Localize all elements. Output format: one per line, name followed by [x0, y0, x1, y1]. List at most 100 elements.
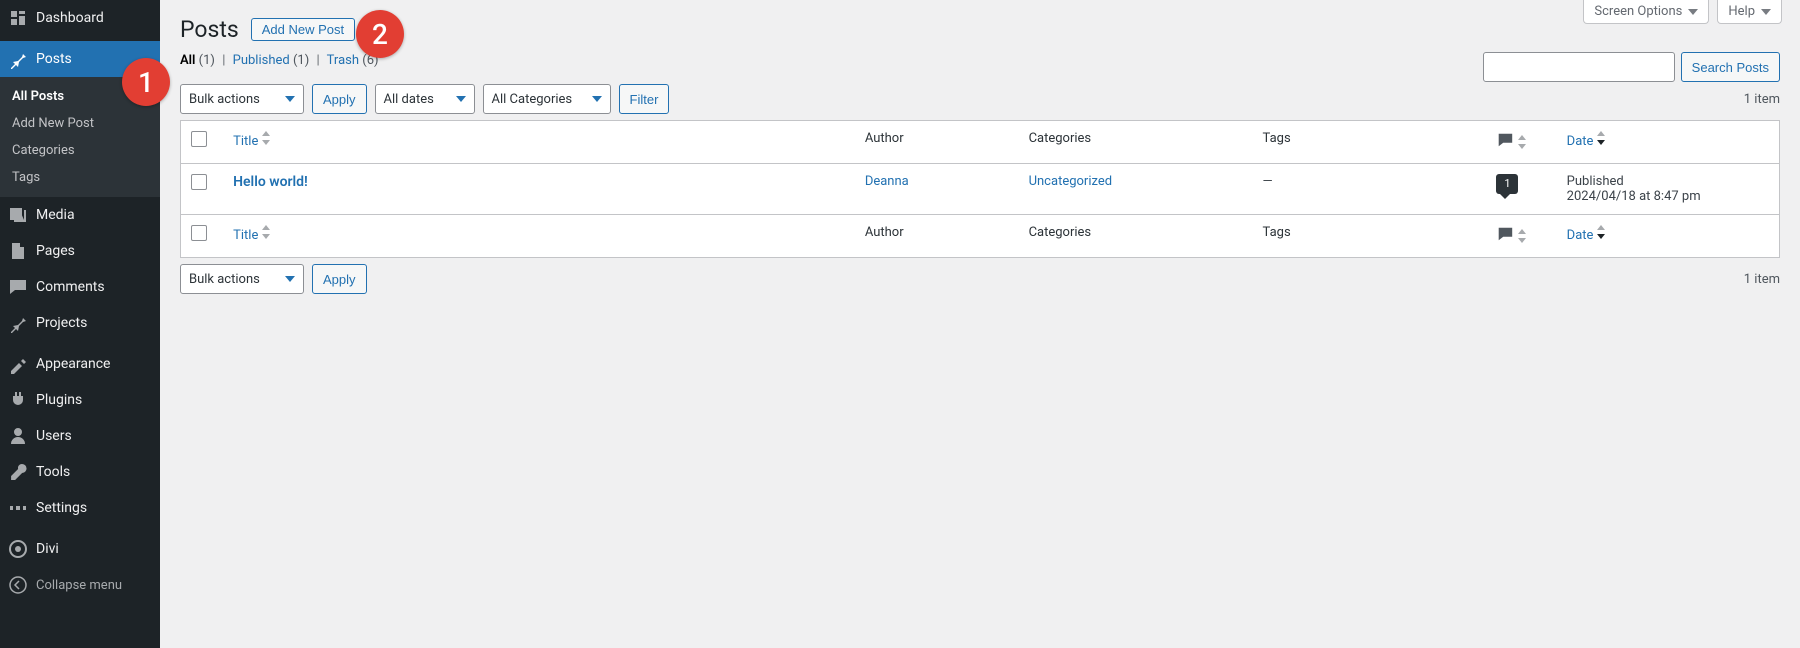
- col-title-label: Title: [233, 134, 258, 149]
- select-all-checkbox-bottom[interactable]: [191, 225, 207, 241]
- menu-users-label: Users: [36, 428, 72, 444]
- post-tags-cell: —: [1253, 163, 1487, 214]
- col-title-label-footer: Title: [233, 228, 258, 243]
- menu-comments-label: Comments: [36, 279, 105, 295]
- menu-tools[interactable]: Tools: [0, 454, 160, 490]
- menu-pages-label: Pages: [36, 243, 75, 259]
- search-posts-button[interactable]: Search Posts: [1681, 52, 1780, 82]
- bulk-actions-selected: Bulk actions: [189, 92, 260, 107]
- col-categories-footer: Categories: [1019, 214, 1253, 257]
- menu-comments[interactable]: Comments: [0, 269, 160, 305]
- pages-icon: [8, 241, 28, 261]
- collapse-arrow-icon: [8, 575, 28, 595]
- comment-icon: [1496, 131, 1514, 149]
- post-category-link[interactable]: Uncategorized: [1029, 174, 1112, 189]
- settings-icon: [8, 498, 28, 518]
- comment-icon: [1496, 225, 1514, 243]
- menu-media[interactable]: Media: [0, 197, 160, 233]
- menu-pages[interactable]: Pages: [0, 233, 160, 269]
- collapse-menu-label: Collapse menu: [36, 578, 122, 593]
- col-tags-footer: Tags: [1253, 214, 1487, 257]
- menu-media-label: Media: [36, 207, 75, 223]
- filter-trash-label: Trash: [327, 53, 359, 68]
- submenu-categories[interactable]: Categories: [0, 137, 160, 164]
- table-row: Hello world! Deanna Uncategorized — 1 Pu…: [181, 163, 1779, 214]
- menu-projects-label: Projects: [36, 315, 87, 331]
- apply-bulk-action-button[interactable]: Apply: [312, 84, 367, 114]
- date-filter-select[interactable]: All dates: [375, 84, 475, 114]
- filter-all-count: (1): [199, 53, 215, 68]
- col-author-header: Author: [855, 121, 1019, 163]
- chevron-down-icon: [1761, 9, 1771, 15]
- post-status: Published: [1567, 174, 1624, 189]
- date-filter-selected: All dates: [384, 92, 434, 107]
- divi-icon: [8, 539, 28, 559]
- search-posts-input[interactable]: [1483, 52, 1675, 82]
- category-filter-select[interactable]: All Categories: [483, 84, 611, 114]
- menu-dashboard-label: Dashboard: [36, 10, 104, 26]
- menu-divi[interactable]: Divi: [0, 531, 160, 567]
- separator: |: [218, 53, 229, 68]
- submenu-add-new-post[interactable]: Add New Post: [0, 110, 160, 137]
- comments-icon: [8, 277, 28, 297]
- row-checkbox[interactable]: [191, 174, 207, 190]
- sort-date[interactable]: Date: [1567, 134, 1608, 149]
- filter-button[interactable]: Filter: [619, 84, 670, 114]
- sort-title[interactable]: Title: [233, 134, 272, 149]
- dashboard-icon: [8, 8, 28, 28]
- menu-divi-label: Divi: [36, 541, 59, 557]
- sort-indicator-icon: [1518, 229, 1528, 243]
- menu-dashboard[interactable]: Dashboard: [0, 0, 160, 36]
- submenu-tags[interactable]: Tags: [0, 164, 160, 191]
- post-comments-link[interactable]: 1: [1496, 176, 1518, 191]
- help-toggle[interactable]: Help: [1717, 0, 1782, 24]
- menu-settings[interactable]: Settings: [0, 490, 160, 526]
- menu-projects[interactable]: Projects: [0, 305, 160, 341]
- filter-published-label: Published: [233, 53, 290, 68]
- bulk-actions-selected-bottom: Bulk actions: [189, 272, 260, 287]
- filter-all[interactable]: All: [180, 53, 195, 68]
- media-icon: [8, 205, 28, 225]
- category-filter-selected: All Categories: [492, 92, 573, 107]
- tools-icon: [8, 462, 28, 482]
- sort-comments[interactable]: [1496, 138, 1528, 153]
- post-title-link[interactable]: Hello world!: [233, 174, 308, 190]
- sort-indicator-icon: [1597, 225, 1607, 239]
- add-new-post-button[interactable]: Add New Post: [251, 18, 355, 41]
- main-content: Posts Add New Post Search Posts All (1) …: [160, 0, 1800, 320]
- menu-posts-label: Posts: [36, 51, 72, 67]
- screen-meta-links: Screen Options Help: [1583, 0, 1782, 24]
- chevron-down-icon: [1688, 9, 1698, 15]
- menu-plugins[interactable]: Plugins: [0, 382, 160, 418]
- collapse-menu[interactable]: Collapse menu: [0, 567, 160, 603]
- col-date-label: Date: [1567, 134, 1594, 149]
- search-box: Search Posts: [1483, 52, 1780, 82]
- sort-comments-footer[interactable]: [1496, 232, 1528, 247]
- filter-trash[interactable]: Trash: [327, 53, 359, 68]
- select-all-checkbox-top[interactable]: [191, 131, 207, 147]
- apply-bulk-action-button-bottom[interactable]: Apply: [312, 264, 367, 294]
- separator: |: [312, 53, 323, 68]
- help-label: Help: [1728, 4, 1755, 19]
- tablenav-top: Bulk actions Apply All dates All Categor…: [180, 78, 1780, 120]
- col-categories-header: Categories: [1019, 121, 1253, 163]
- sort-date-footer[interactable]: Date: [1567, 228, 1608, 243]
- filter-published[interactable]: Published: [233, 53, 290, 68]
- menu-users[interactable]: Users: [0, 418, 160, 454]
- col-author-footer: Author: [855, 214, 1019, 257]
- screen-options-toggle[interactable]: Screen Options: [1583, 0, 1709, 24]
- projects-icon: [8, 313, 28, 333]
- posts-table: Title Author Categories Tags Date Hello …: [180, 120, 1780, 258]
- menu-appearance[interactable]: Appearance: [0, 346, 160, 382]
- col-date-label-footer: Date: [1567, 228, 1594, 243]
- plugins-icon: [8, 390, 28, 410]
- bulk-actions-select-bottom[interactable]: Bulk actions: [180, 264, 304, 294]
- annotation-marker-2: 2: [356, 10, 404, 58]
- sort-title-footer[interactable]: Title: [233, 228, 272, 243]
- menu-tools-label: Tools: [36, 464, 70, 480]
- item-count-bottom: 1 item: [1744, 272, 1780, 287]
- bulk-actions-select[interactable]: Bulk actions: [180, 84, 304, 114]
- filter-published-count: (1): [293, 53, 309, 68]
- filter-all-label: All: [180, 53, 195, 68]
- post-author-link[interactable]: Deanna: [865, 174, 909, 189]
